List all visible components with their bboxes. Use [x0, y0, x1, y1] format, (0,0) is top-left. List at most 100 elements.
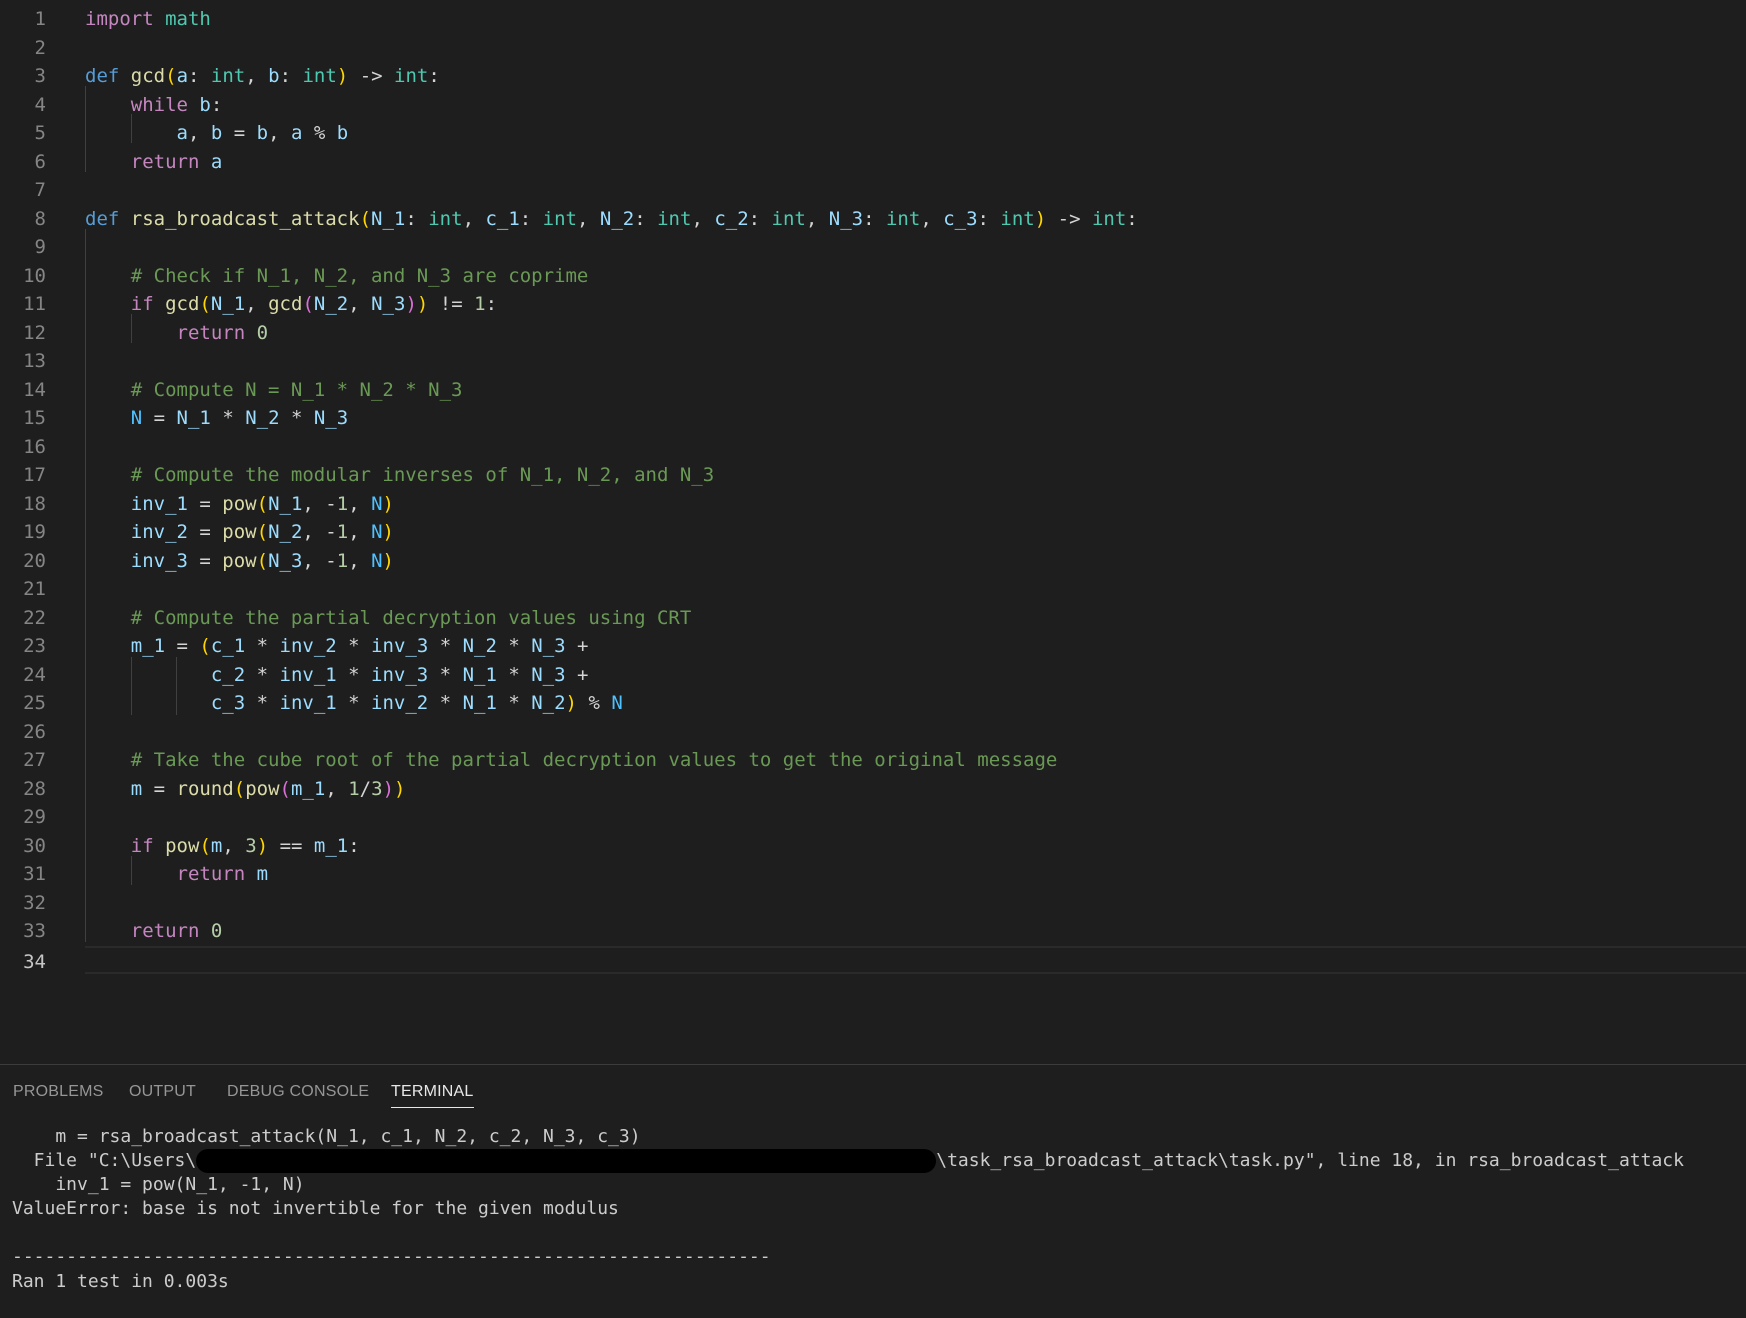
code-token: : — [748, 207, 772, 230]
code-text: c_2 * inv_1 * inv_3 * N_1 * N_3 + — [85, 661, 589, 690]
code-line[interactable]: 15 N = N_1 * N_2 * N_3 — [0, 404, 1746, 433]
code-text: if pow(m, 3) == m_1: — [85, 832, 360, 861]
code-line[interactable]: 8 def rsa_broadcast_attack(N_1: int, c_1:… — [0, 205, 1746, 234]
code-token: b — [210, 122, 223, 144]
code-token: ) — [394, 777, 406, 800]
code-line[interactable]: 4 while b: — [0, 91, 1746, 120]
tab-debug-console[interactable]: DEBUG CONSOLE — [227, 1083, 369, 1101]
line-number: 18 — [23, 492, 46, 515]
code-token: , — [245, 293, 269, 315]
code-line[interactable]: 9 — [0, 233, 1746, 262]
code-token: int — [1000, 207, 1035, 230]
code-line[interactable]: 26 — [0, 718, 1746, 747]
code-editor[interactable]: 1 import math 2 3 def gcd(a: int, b: int) ->… — [0, 0, 1746, 1064]
code-token: N_2 — [599, 207, 635, 230]
code-line[interactable]: 1 import math — [0, 5, 1746, 34]
code-token: ( — [233, 777, 246, 800]
code-token: , — [348, 521, 372, 543]
code-token: / — [359, 777, 372, 800]
code-line[interactable]: 10 # Check if N_1, N_2, and N_3 are copr… — [0, 262, 1746, 291]
line-number: 29 — [23, 806, 46, 828]
code-line[interactable]: 3 def gcd(a: int, b: int) -> int: — [0, 62, 1746, 91]
code-line[interactable]: 12 return 0 — [0, 319, 1746, 348]
code-token: ) — [405, 293, 417, 315]
code-line[interactable]: 17 # Compute the modular inverses of N_1… — [0, 461, 1746, 490]
code-token: m — [256, 863, 269, 885]
panel-tabs: PROBLEMS OUTPUT DEBUG CONSOLE TERMINAL — [0, 1065, 1746, 1115]
code-token: inv_3 — [371, 663, 429, 686]
code-line[interactable]: 14 # Compute N = N_1 * N_2 * N_3 — [0, 376, 1746, 405]
code-line[interactable]: 11 if gcd(N_1, gcd(N_2, N_3)) != 1: — [0, 290, 1746, 319]
code-token: ) — [256, 834, 269, 857]
code-line[interactable]: 21 — [0, 575, 1746, 604]
code-token: ( — [256, 521, 269, 543]
tab-output[interactable]: OUTPUT — [129, 1083, 196, 1101]
code-line[interactable]: 30 if pow(m, 3) == m_1: — [0, 832, 1746, 861]
line-number: 33 — [23, 920, 46, 942]
code-line[interactable]: 13 — [0, 347, 1746, 376]
code-token: : — [210, 93, 223, 116]
code-token: , — [691, 207, 715, 230]
code-text: return 0 — [85, 319, 269, 348]
code-token: m_1 — [290, 777, 326, 800]
code-token: * — [428, 663, 463, 686]
tab-terminal[interactable]: TERMINAL — [391, 1083, 474, 1108]
code-line[interactable]: 19 inv_2 = pow(N_2, -1, N) — [0, 518, 1746, 547]
code-line[interactable]: 5 a, b = b, a % b — [0, 119, 1746, 148]
code-line[interactable]: 23 m_1 = (c_1 * inv_2 * inv_3 * N_2 * N_… — [0, 632, 1746, 661]
line-number: 21 — [23, 578, 46, 600]
code-text: # Compute N = N_1 * N_2 * N_3 — [85, 376, 463, 405]
code-token: + — [565, 635, 589, 657]
code-token: N — [130, 407, 143, 429]
code-token: -> — [348, 65, 395, 87]
code-token: inv_1 — [279, 692, 337, 714]
code-token: ( — [256, 549, 269, 572]
code-line[interactable]: 6 return a — [0, 148, 1746, 177]
tab-problems[interactable]: PROBLEMS — [13, 1083, 104, 1101]
line-number: 4 — [34, 93, 46, 116]
code-line[interactable]: 32 — [0, 889, 1746, 918]
code-line[interactable]: 24 c_2 * inv_1 * inv_3 * N_1 * N_3 + — [0, 661, 1746, 690]
code-line[interactable]: 22 # Compute the partial decryption valu… — [0, 604, 1746, 633]
code-token: : — [634, 207, 658, 230]
code-token: ( — [279, 777, 291, 800]
code-token: ) — [336, 65, 349, 87]
code-token: = — [187, 549, 223, 572]
code-line[interactable]: 7 — [0, 176, 1746, 205]
code-token: , — [348, 549, 372, 572]
code-token: N_1 — [462, 663, 497, 686]
line-number: 7 — [34, 179, 46, 201]
code-line[interactable]: 2 — [0, 34, 1746, 63]
code-token: inv_2 — [371, 692, 429, 714]
line-number: 17 — [23, 464, 46, 486]
code-line[interactable]: 20 inv_3 = pow(N_3, -1, N) — [0, 547, 1746, 576]
code-token: % — [302, 122, 337, 144]
code-line[interactable]: 31 return m — [0, 860, 1746, 889]
code-line[interactable]: 27 # Take the cube root of the partial d… — [0, 746, 1746, 775]
code-line[interactable]: 29 — [0, 803, 1746, 832]
code-token: ) — [382, 777, 395, 800]
code-line[interactable]: 33 return 0 — [0, 917, 1746, 946]
code-line[interactable]: 18 inv_1 = pow(N_1, -1, N) — [0, 490, 1746, 519]
code-token: : — [188, 65, 211, 87]
line-number: 26 — [23, 720, 46, 743]
code-line[interactable]: 25 c_3 * inv_1 * inv_2 * N_1 * N_2) % N — [0, 689, 1746, 718]
code-token: 3 — [245, 834, 257, 857]
code-line[interactable]: 28 m = round(pow(m_1, 1/3)) — [0, 775, 1746, 804]
code-line[interactable]: 16 — [0, 433, 1746, 462]
terminal-line: Ran 1 test in 0.003s — [12, 1271, 229, 1292]
code-token: pow — [245, 777, 280, 800]
code-token: rsa_broadcast_attack — [130, 207, 360, 230]
code-line-current[interactable]: 34 — [23, 945, 1746, 974]
